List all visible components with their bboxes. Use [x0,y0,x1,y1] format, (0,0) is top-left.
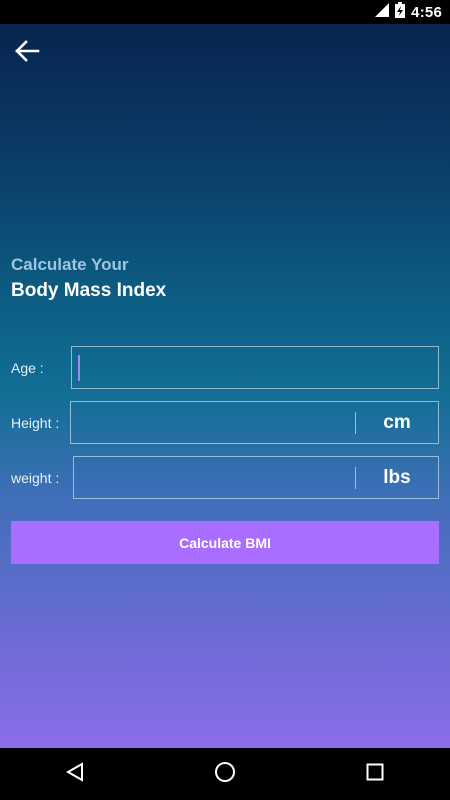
home-circle-icon [214,761,236,788]
nav-recents-button[interactable] [350,754,400,794]
title-body-mass-index: Body Mass Index [11,280,167,301]
age-label: Age : [11,360,44,376]
height-label: Height : [11,415,60,431]
weight-unit: lbs [383,466,411,488]
back-triangle-icon [65,761,85,787]
status-bar: 4:56 [0,0,450,24]
battery-charging-icon [395,1,406,23]
height-field[interactable]: cm [70,401,439,444]
bmi-screen: 4:56 Calculate Your Body Mass Index Age … [0,0,450,800]
nav-home-button[interactable] [200,754,250,794]
weight-label: weight : [11,470,60,486]
back-button[interactable] [12,38,42,68]
signal-icon [375,2,390,22]
status-time: 4:56 [411,3,442,21]
navigation-bar [0,748,450,800]
arrow-back-icon [14,39,40,67]
calculate-bmi-button[interactable]: Calculate BMI [11,521,439,564]
status-icons: 4:56 [375,0,442,24]
weight-input[interactable] [74,457,355,498]
recents-square-icon [366,763,384,786]
age-field[interactable] [71,346,439,389]
nav-back-button[interactable] [50,754,100,794]
text-cursor [78,355,80,381]
title-calculate-your: Calculate Your [11,255,129,274]
weight-field[interactable]: lbs [73,456,439,499]
age-input[interactable] [72,347,438,388]
height-unit: cm [383,411,411,433]
height-input[interactable] [71,402,355,443]
